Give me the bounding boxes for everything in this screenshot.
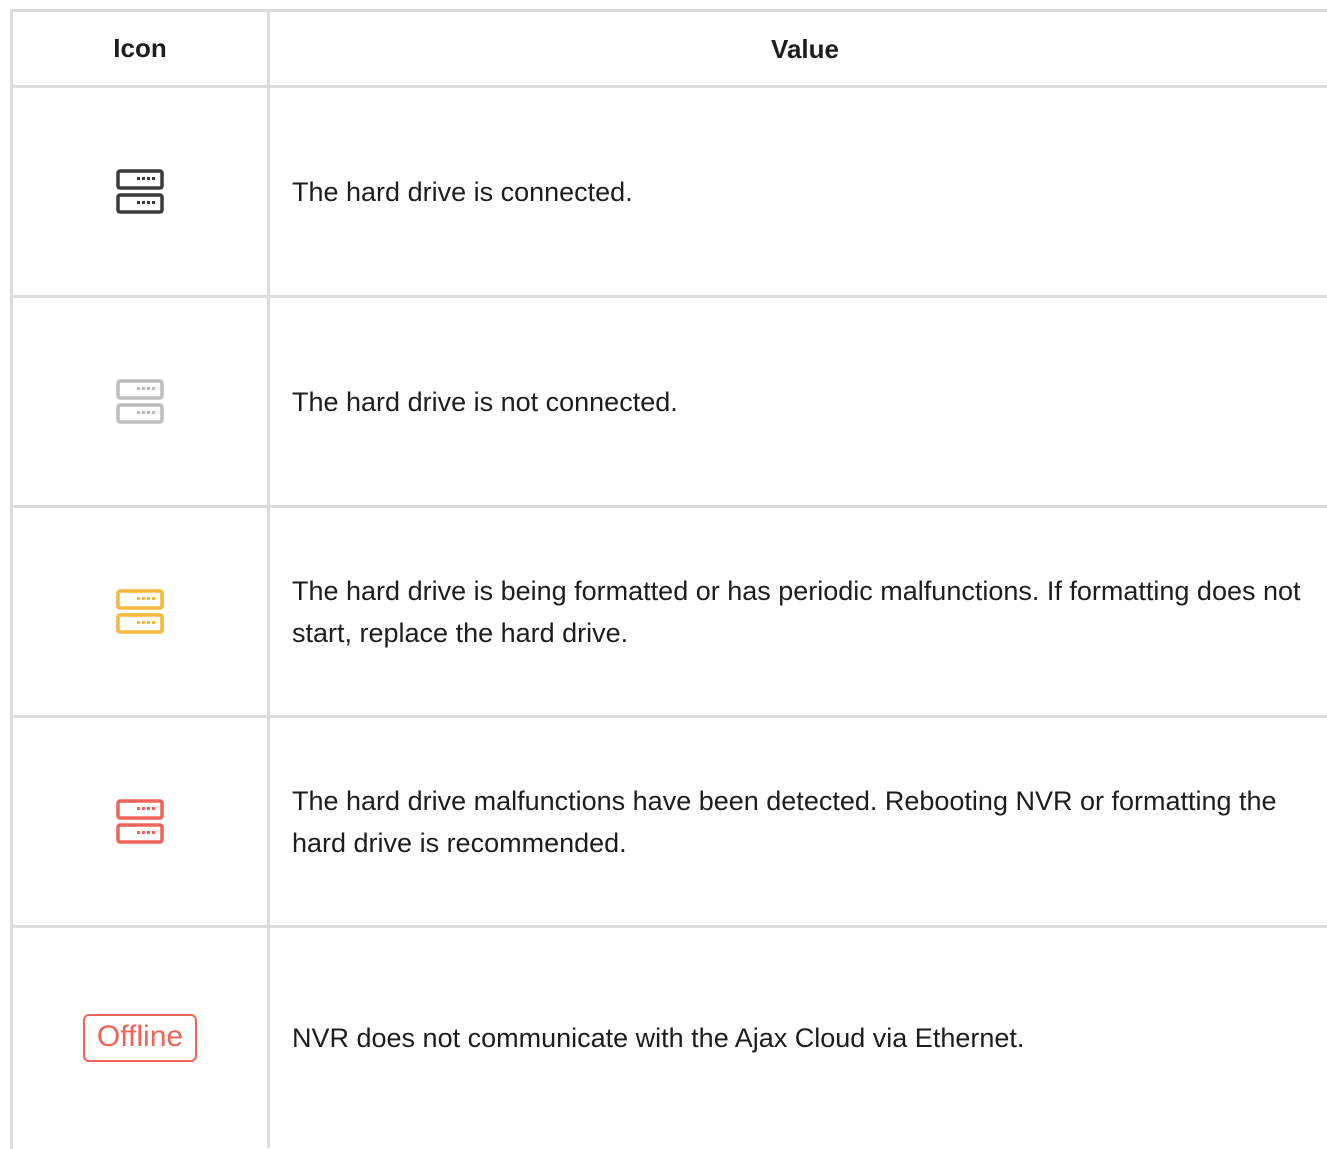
header-value: Value <box>771 33 839 64</box>
status-icons-table: Icon Value The hard drive is connected. <box>10 9 1327 1149</box>
row-value: The hard drive is being formatted or has… <box>292 575 1301 648</box>
hard-drive-not-connected-icon <box>116 378 164 425</box>
row-value: The hard drive malfunctions have been de… <box>292 785 1277 858</box>
hard-drive-connected-icon <box>116 168 164 215</box>
table-row: Offline NVR does not communicate with th… <box>13 928 1327 1148</box>
table-header-row: Icon Value <box>13 12 1327 88</box>
hard-drive-malfunction-icon <box>116 798 164 845</box>
row-value: The hard drive is not connected. <box>292 386 678 417</box>
table-row: The hard drive malfunctions have been de… <box>13 718 1327 928</box>
hard-drive-formatting-icon <box>116 588 164 635</box>
row-value: The hard drive is connected. <box>292 176 633 207</box>
table-row: The hard drive is not connected. <box>13 298 1327 508</box>
table-row: The hard drive is connected. <box>13 88 1327 298</box>
header-icon: Icon <box>13 12 270 85</box>
offline-badge: Offline <box>82 1014 198 1062</box>
row-value: NVR does not communicate with the Ajax C… <box>292 1023 1025 1053</box>
table-row: The hard drive is being formatted or has… <box>13 508 1327 718</box>
